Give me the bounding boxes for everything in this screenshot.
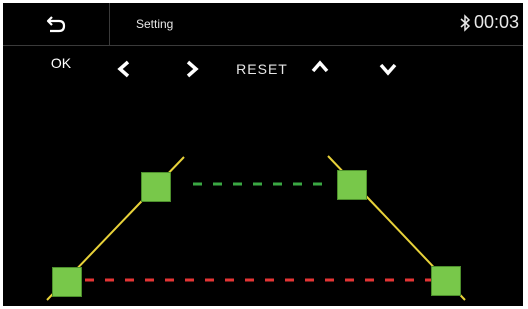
top-left-handle[interactable] — [141, 172, 171, 202]
bottom-left-handle[interactable] — [52, 267, 82, 297]
bottom-right-handle[interactable] — [431, 266, 461, 296]
top-right-handle[interactable] — [337, 170, 367, 200]
parking-guide-lines — [46, 155, 466, 301]
parking-guide-screen: Setting 00:03 OK RESET — [3, 3, 523, 306]
